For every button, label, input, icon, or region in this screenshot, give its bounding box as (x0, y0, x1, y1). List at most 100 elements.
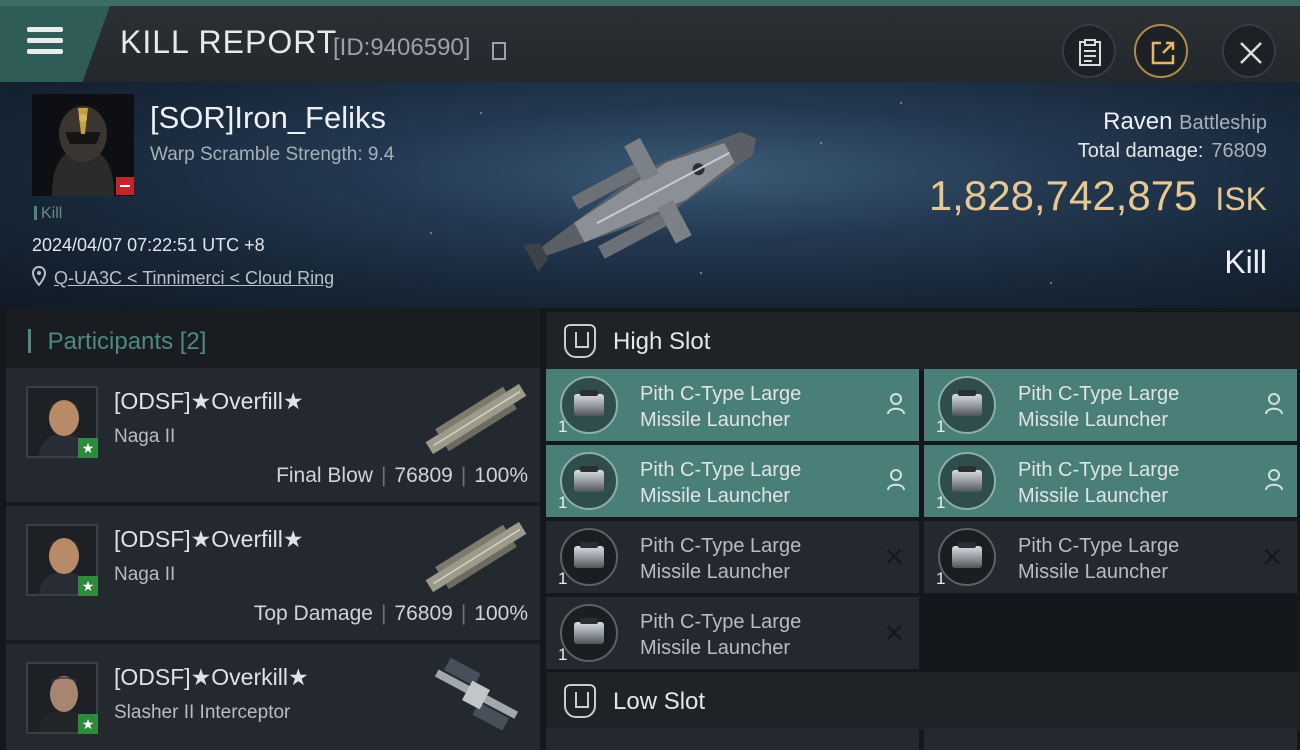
participant-ship: Naga II (114, 426, 176, 447)
missile-launcher-icon (560, 376, 618, 434)
destroyed-x-icon: ✕ (1261, 542, 1283, 572)
missile-launcher-icon (560, 528, 618, 586)
star (1050, 282, 1052, 284)
close-button[interactable] (1222, 24, 1276, 78)
star (430, 232, 432, 234)
menu-icon-bar (27, 49, 63, 54)
module-item[interactable] (546, 728, 919, 750)
participant-name: [ODSF]★Overfill★ (114, 526, 304, 552)
module-item[interactable]: 1 Pith C-Type Large Missile Launcher (546, 369, 919, 441)
module-item[interactable]: 1 Pith C-Type Large Missile Launcher ✕ (546, 597, 919, 669)
menu-icon-bar (27, 38, 63, 43)
corp-star-badge: ★ (78, 576, 98, 596)
module-name: Pith C-Type Large Missile Launcher (640, 381, 870, 433)
participant-stats: Top Damage | 76809 | 100% (254, 602, 528, 626)
missile-launcher-icon (938, 528, 996, 586)
participant-percent: 100% (474, 464, 528, 487)
location-pin-icon (32, 266, 46, 286)
participant-ship: Slasher II Interceptor (114, 702, 291, 723)
participants-count: [2] (179, 328, 207, 355)
participant-ship-image (434, 657, 519, 731)
ship-name: Raven (1103, 108, 1173, 135)
destroyed-x-icon: ✕ (883, 542, 905, 572)
person-icon (887, 469, 905, 491)
isk-value: 1,828,742,875 ISK (929, 172, 1267, 220)
warp-scramble-strength: Warp Scramble Strength: 9.4 (150, 144, 395, 165)
participant-row[interactable]: ★ [ODSF]★Overfill★ Naga II Final Blow | 76… (6, 368, 540, 502)
module-name: Pith C-Type Large Missile Launcher (1018, 533, 1248, 585)
close-icon (1240, 42, 1262, 64)
participants-panel: Participants [2] ★ [ODSF]★Overfill★ Naga… (6, 308, 540, 750)
module-name-line2: Missile Launcher (640, 409, 791, 431)
participant-row[interactable]: ★ [ODSF]★Overkill★ Slasher II Intercepto… (6, 644, 540, 750)
module-name-line2: Missile Launcher (1018, 561, 1169, 583)
high-slot-title: High Slot (613, 328, 711, 355)
module-name-line1: Pith C-Type Large (640, 383, 802, 405)
victim-ship-image (523, 131, 756, 272)
module-quantity: 1 (558, 493, 568, 512)
kill-datetime: 2024/04/07 07:22:51 UTC +8 (32, 235, 265, 255)
menu-icon (27, 27, 63, 32)
share-button[interactable] (1134, 24, 1188, 78)
divider: | (380, 602, 387, 625)
kill-tag: Kill (34, 205, 62, 223)
module-item[interactable]: 1 Pith C-Type Large Missile Launcher ✕ (924, 521, 1297, 593)
total-damage-value: 76809 (1211, 140, 1267, 162)
share-icon (1151, 41, 1175, 65)
module-name-line2: Missile Launcher (640, 485, 791, 507)
module-name-line1: Pith C-Type Large (1018, 459, 1180, 481)
missile-launcher-icon (938, 452, 996, 510)
participant-role: Final Blow (276, 464, 373, 487)
participant-damage: 76809 (394, 464, 453, 487)
victim-ship[interactable]: Raven Battleship (1103, 108, 1267, 136)
participant-percent: 100% (474, 602, 528, 625)
participant-name: [ODSF]★Overkill★ (114, 664, 309, 690)
corp-star-badge: ★ (78, 438, 98, 458)
total-damage-label: Total damage: (1077, 140, 1204, 162)
clipboard-button[interactable] (1062, 24, 1116, 78)
module-name: Pith C-Type Large Missile Launcher (640, 609, 870, 661)
module-name-line2: Missile Launcher (640, 561, 791, 583)
victim-banner: [SOR]Iron_Feliks Warp Scramble Strength:… (0, 82, 1300, 308)
module-item[interactable]: 1 Pith C-Type Large Missile Launcher (546, 445, 919, 517)
module-quantity: 1 (936, 493, 946, 512)
participant-stats: Final Blow | 76809 | 100% (276, 464, 528, 488)
copy-icon[interactable] (492, 42, 506, 60)
participant-ship-image (425, 521, 527, 593)
module-name-line1: Pith C-Type Large (1018, 535, 1180, 557)
menu-button[interactable] (0, 6, 110, 82)
module-name-line1: Pith C-Type Large (640, 459, 802, 481)
module-name-line1: Pith C-Type Large (640, 611, 802, 633)
module-name-line2: Missile Launcher (640, 637, 791, 659)
isk-amount: 1,828,742,875 (928, 172, 1198, 219)
module-name-line2: Missile Launcher (1018, 485, 1169, 507)
page-title: KILL REPORT (120, 24, 338, 60)
participant-damage: 76809 (394, 602, 453, 625)
low-slot-header: Low Slot (546, 672, 1300, 730)
module-name-line1: Pith C-Type Large (640, 535, 802, 557)
module-name: Pith C-Type Large Missile Launcher (1018, 457, 1248, 509)
module-quantity: 1 (558, 417, 568, 436)
victim-name[interactable]: [SOR]Iron_Feliks (150, 100, 386, 136)
module-name: Pith C-Type Large Missile Launcher (640, 533, 870, 585)
participant-role: Top Damage (253, 602, 373, 625)
star (900, 102, 902, 104)
divider: | (380, 464, 387, 487)
top-bar: KILL REPORT [ID:9406590] (0, 0, 1300, 82)
clipboard-icon (1079, 39, 1101, 66)
total-damage: Total damage: 76809 (1078, 140, 1267, 163)
ship-class: Battleship (1179, 112, 1267, 134)
star (480, 112, 482, 114)
module-item[interactable]: 1 Pith C-Type Large Missile Launcher (924, 445, 1297, 517)
module-item[interactable]: 1 Pith C-Type Large Missile Launcher ✕ (546, 521, 919, 593)
high-slot-header: High Slot (546, 312, 1300, 370)
location-link[interactable]: Q-UA3C < Tinnimerci < Cloud Ring (54, 268, 334, 289)
participant-row[interactable]: ★ [ODSF]★Overfill★ Naga II Top Damage | 76… (6, 506, 540, 640)
low-slot-title: Low Slot (613, 688, 706, 715)
hostile-status-badge (116, 177, 134, 195)
module-item[interactable] (924, 728, 1297, 750)
module-item[interactable]: 1 Pith C-Type Large Missile Launcher (924, 369, 1297, 441)
participants-title: Participants (47, 328, 174, 355)
divider: | (460, 602, 467, 625)
destroyed-x-icon: ✕ (883, 618, 905, 648)
